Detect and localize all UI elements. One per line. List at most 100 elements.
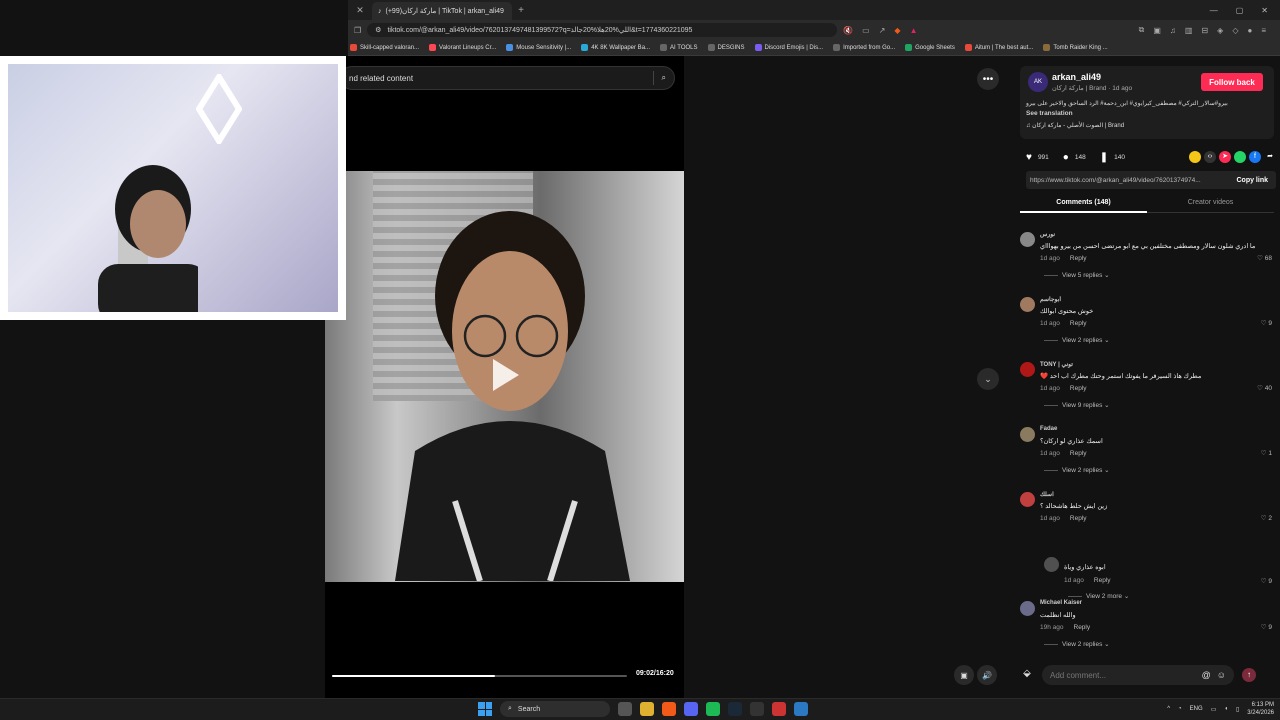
bookmark-item[interactable]: Aitum | The best aut... — [964, 44, 1033, 51]
related-search-bar[interactable]: nd related content ⌕ — [340, 66, 675, 90]
bookmark-item[interactable]: Google Sheets — [905, 44, 955, 51]
send-share-icon[interactable]: ➤ — [1219, 151, 1231, 163]
mention-icon[interactable]: @ — [1202, 670, 1211, 680]
copy-link-button[interactable]: Copy link — [1236, 177, 1276, 184]
language-indicator[interactable]: ENG — [1190, 706, 1203, 712]
commenter-avatar[interactable] — [1020, 601, 1035, 616]
commenter-avatar[interactable] — [1020, 232, 1035, 247]
comment-like[interactable]: ♡ 9 — [1261, 577, 1272, 585]
comment-like[interactable]: ♡ 1 — [1261, 449, 1272, 457]
reply-button[interactable]: Reply — [1070, 385, 1087, 392]
music-icon[interactable]: ♫ — [1170, 26, 1176, 35]
brave-shield-icon[interactable]: ◆ — [894, 26, 900, 35]
taskbar-clock[interactable]: 6:13 PM 3/24/2026 — [1247, 701, 1274, 717]
comment-like[interactable]: ♡ 40 — [1257, 384, 1272, 392]
author-username[interactable]: arkan_ali49 — [1052, 72, 1101, 82]
bookmark-item[interactable]: Mouse Sensitivity |... — [506, 44, 571, 51]
maximize-icon[interactable]: ▢ — [1236, 6, 1244, 15]
bookmark-item[interactable]: 4K 8K Wallpaper Ba... — [581, 44, 650, 51]
commenter-name[interactable]: اسلك — [1040, 491, 1054, 498]
comment-like[interactable]: ♡ 68 — [1257, 254, 1272, 262]
facebook-icon[interactable]: f — [1249, 151, 1261, 163]
network-icon[interactable]: ▭ — [1211, 706, 1217, 713]
emoji-icon[interactable]: ☺ — [1217, 670, 1226, 680]
rewards-icon[interactable]: ▲ — [910, 26, 918, 35]
battery-icon[interactable]: ▯ — [1236, 706, 1239, 713]
view-replies-button[interactable]: View 5 replies ⌄ — [1044, 271, 1110, 279]
more-options-button[interactable]: ••• — [977, 68, 999, 90]
tray-chevron-icon[interactable]: ^ — [1167, 706, 1170, 712]
reply-button[interactable]: Reply — [1074, 624, 1091, 631]
save-action[interactable]: ❚ 140 — [1100, 152, 1125, 163]
discord-icon[interactable] — [684, 702, 698, 716]
brave-browser-icon[interactable] — [662, 702, 676, 716]
commenter-avatar[interactable] — [1020, 297, 1035, 312]
reply-button[interactable]: Reply — [1070, 515, 1087, 522]
file-explorer-icon[interactable] — [640, 702, 654, 716]
vpn-icon[interactable]: ◇ — [1232, 26, 1238, 35]
video-frame[interactable] — [325, 171, 684, 582]
extensions-icon[interactable]: ⧉ — [1139, 25, 1145, 35]
commenter-name[interactable]: ابوجاسم — [1040, 296, 1061, 303]
reader-icon[interactable]: ▭ — [862, 26, 870, 35]
reply-button[interactable]: Reply — [1070, 255, 1087, 262]
bookmark-item[interactable]: Tomb Raider King ... — [1043, 44, 1108, 51]
spotify-icon[interactable] — [706, 702, 720, 716]
friends-share-icon[interactable] — [1189, 151, 1201, 163]
reply-button[interactable]: Reply — [1070, 320, 1087, 327]
close-tab-icon[interactable]: ✕ — [348, 0, 372, 20]
volume-button[interactable]: 🔊 — [977, 665, 997, 685]
browser-tab[interactable]: ♪ ماركة اركان(99+) | TikTok | arkan_ali4… — [372, 2, 512, 20]
video-link-text[interactable]: https://www.tiktok.com/@arkan_ali49/vide… — [1030, 177, 1216, 184]
next-video-button[interactable]: ⌄ — [977, 368, 999, 390]
comment-like[interactable]: ♡ 2 — [1261, 514, 1272, 522]
start-button-icon[interactable] — [478, 702, 492, 716]
steam-icon[interactable] — [728, 702, 742, 716]
comment-action[interactable]: ● 148 — [1063, 152, 1086, 163]
screenshot-icon[interactable]: ▣ — [1153, 26, 1161, 35]
reply-button[interactable]: Reply — [1094, 577, 1111, 584]
commenter-name[interactable]: Michael Kaiser — [1040, 600, 1082, 606]
minimize-icon[interactable]: — — [1210, 6, 1218, 15]
comment-like[interactable]: ♡ 9 — [1261, 623, 1272, 631]
commenter-name[interactable]: نورس — [1040, 231, 1055, 238]
commenter-name[interactable]: TONY | توني — [1040, 361, 1073, 368]
view-replies-button[interactable]: View 2 replies ⌄ — [1044, 640, 1110, 648]
view-replies-button[interactable]: View 2 replies ⌄ — [1044, 336, 1110, 344]
mute-site-icon[interactable]: 🔇 — [843, 26, 853, 35]
task-view-icon[interactable] — [618, 702, 632, 716]
bookmark-item[interactable]: Discord Emojis | Dis... — [754, 44, 823, 51]
epic-games-icon[interactable] — [750, 702, 764, 716]
play-icon[interactable] — [493, 359, 519, 391]
commenter-name[interactable]: Fadae — [1040, 426, 1057, 432]
tab-comments[interactable]: Comments (148) — [1020, 195, 1147, 213]
author-avatar[interactable]: AK — [1028, 72, 1048, 92]
tab-creator-videos[interactable]: Creator videos — [1147, 195, 1274, 213]
video-progress-bar[interactable] — [332, 675, 627, 677]
wallet-icon[interactable]: ◈ — [1217, 26, 1223, 35]
commenter-avatar[interactable] — [1044, 557, 1059, 572]
like-action[interactable]: ♥ 991 — [1026, 152, 1049, 163]
commenter-avatar[interactable] — [1020, 427, 1035, 442]
comment-input[interactable]: Add comment... @ ☺ — [1042, 665, 1234, 685]
commenter-avatar[interactable] — [1020, 492, 1035, 507]
embed-icon[interactable]: ‹› — [1204, 151, 1216, 163]
url-field[interactable]: ⚙ tiktok.com/@arkan_ali49/video/76201374… — [367, 23, 838, 37]
new-tab-button[interactable]: + — [512, 5, 530, 16]
bookmark-item[interactable]: Skill-capped valoran... — [350, 44, 419, 51]
view-replies-button[interactable]: View 9 replies ⌄ — [1044, 401, 1110, 409]
whatsapp-icon[interactable] — [1234, 151, 1246, 163]
commenter-avatar[interactable] — [1020, 362, 1035, 377]
more-share-icon[interactable]: ➦ — [1264, 151, 1276, 163]
bookmark-item[interactable]: Imported from Go... — [833, 44, 895, 51]
sound-link[interactable]: ♫ الصوت الأصلي - ماركة اركان | Brand — [1026, 122, 1124, 129]
obs-icon[interactable] — [772, 702, 786, 716]
see-translation-link[interactable]: See translation — [1026, 110, 1073, 117]
tabs-icon[interactable]: ⊟ — [1201, 26, 1208, 35]
follow-back-button[interactable]: Follow back — [1201, 73, 1263, 91]
bookmark-icon[interactable]: ❐ — [354, 26, 361, 35]
app-icon[interactable] — [794, 702, 808, 716]
taskbar-search[interactable]: ⌕ Search — [500, 701, 610, 717]
menu-icon[interactable]: ≡ — [1261, 26, 1266, 35]
bookmark-item[interactable]: AI TOOLS — [660, 44, 698, 51]
